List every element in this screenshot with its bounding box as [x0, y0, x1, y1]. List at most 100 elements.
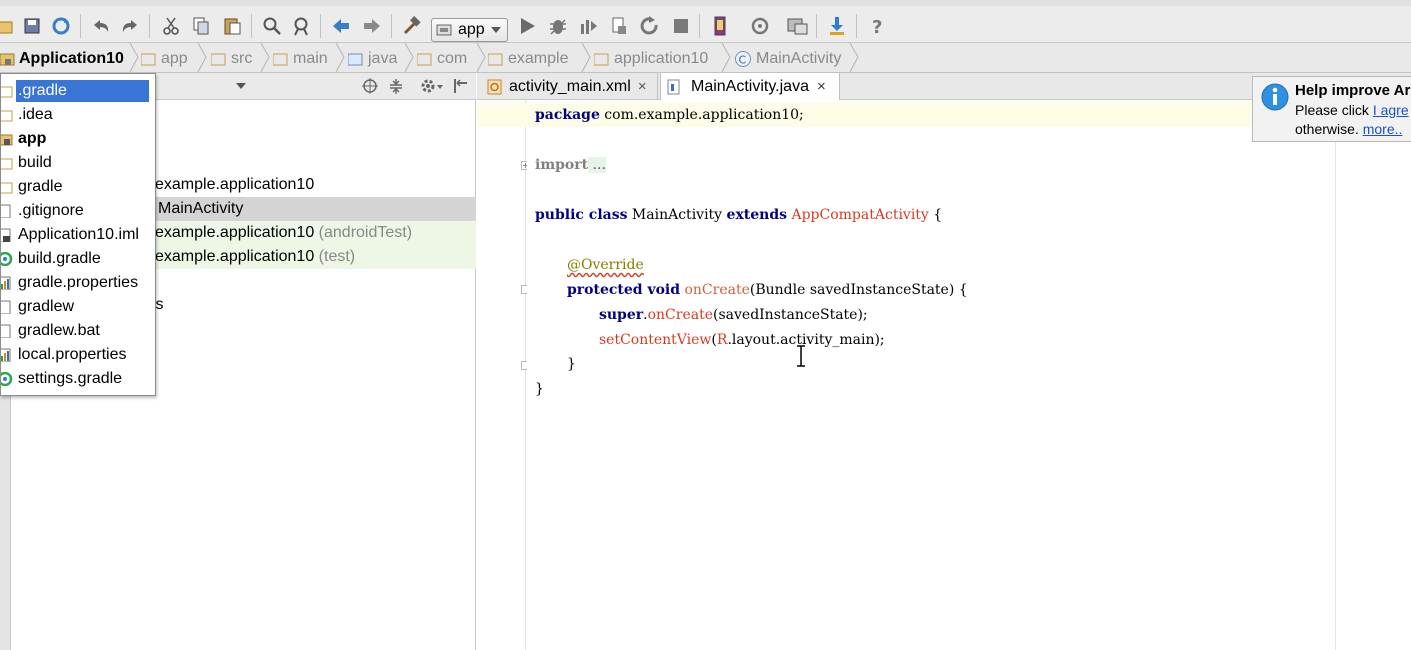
- gear-icon[interactable]: [420, 77, 444, 95]
- module-folder-icon: [141, 53, 156, 66]
- main-toolbar: app ?: [0, 0, 1411, 43]
- rerun-icon[interactable]: [639, 15, 661, 37]
- breadcrumb-label: example: [508, 50, 569, 67]
- sync-icon[interactable]: [50, 15, 72, 37]
- replace-icon[interactable]: [291, 15, 313, 37]
- breadcrumb-item-project[interactable]: Application10: [0, 49, 124, 69]
- popup-item-gradle[interactable]: gradle: [1, 175, 155, 199]
- code-line-close-method: }: [567, 356, 576, 372]
- popup-item-label: gradle: [18, 178, 63, 195]
- save-icon[interactable]: [21, 15, 43, 37]
- undo-icon[interactable]: [90, 15, 112, 37]
- sync-gradle-icon[interactable]: [749, 15, 771, 37]
- tab-activity-main-xml[interactable]: activity_main.xml ×: [483, 73, 658, 100]
- xml-file-icon: [487, 79, 502, 94]
- paste-icon[interactable]: [221, 15, 243, 37]
- folder-icon: [1, 110, 13, 122]
- debug-icon[interactable]: [547, 15, 569, 37]
- popup-item-label: settings.gradle: [18, 370, 123, 387]
- file-icon: [1, 204, 11, 218]
- notification-text: Please click: [1295, 102, 1373, 118]
- back-icon[interactable]: [330, 15, 352, 37]
- cut-icon[interactable]: [160, 15, 182, 37]
- redo-icon[interactable]: [119, 15, 141, 37]
- popup-item-idea[interactable]: .idea: [1, 103, 155, 127]
- popup-item-label: gradlew: [18, 298, 75, 315]
- tree-row-label: example.application10: [155, 176, 315, 193]
- gradle-icon: [1, 252, 13, 266]
- text-cursor-icon: [797, 345, 805, 367]
- find-icon[interactable]: [261, 15, 283, 37]
- iml-file-icon: [1, 228, 11, 242]
- breadcrumb-item-com[interactable]: com: [417, 49, 467, 69]
- popup-item-gradlew-bat[interactable]: gradlew.bat: [1, 319, 155, 343]
- popup-item-gradle-dir[interactable]: .gradle: [1, 79, 155, 103]
- stop-icon[interactable]: [670, 15, 692, 37]
- popup-item-label: local.properties: [18, 346, 127, 363]
- tab-close-icon[interactable]: ×: [638, 78, 647, 95]
- more-link[interactable]: more..: [1363, 121, 1403, 137]
- popup-item-gitignore[interactable]: .gitignore: [1, 199, 155, 223]
- popup-item-iml[interactable]: Application10.iml: [1, 223, 155, 247]
- breadcrumb-item-example[interactable]: example: [488, 49, 568, 69]
- svg-text:C: C: [739, 54, 747, 67]
- copy-icon[interactable]: [190, 15, 212, 37]
- breadcrumb-label: MainActivity: [756, 50, 842, 67]
- package-icon: [594, 53, 609, 66]
- breadcrumb-item-application10[interactable]: application10: [594, 49, 708, 69]
- popup-item-label: .gitignore: [18, 202, 84, 219]
- breadcrumb-item-main[interactable]: main: [273, 49, 328, 69]
- class-icon: C: [735, 51, 751, 67]
- code-line-super-call: super.onCreate(savedInstanceState);: [599, 307, 868, 323]
- hide-panel-icon[interactable]: [452, 77, 468, 95]
- attach-icon[interactable]: [608, 15, 630, 37]
- build-icon[interactable]: [401, 15, 423, 37]
- chevron-down-icon[interactable]: [236, 83, 246, 90]
- avd-icon[interactable]: [709, 15, 731, 37]
- breadcrumb-label: Application10: [19, 50, 124, 67]
- right-margin-guide: [1335, 100, 1336, 650]
- open-icon[interactable]: [0, 15, 16, 37]
- code-line-import: import ...: [535, 157, 606, 173]
- info-icon: [1261, 83, 1289, 111]
- collapse-all-icon[interactable]: [388, 78, 404, 94]
- breadcrumb-label: main: [293, 50, 328, 67]
- breadcrumb-item-src[interactable]: src: [211, 49, 252, 69]
- run-icon[interactable]: [516, 15, 538, 37]
- popup-item-build-gradle[interactable]: build.gradle: [1, 247, 155, 271]
- breadcrumb-item-mainactivity[interactable]: C MainActivity: [734, 49, 841, 69]
- tab-label: activity_main.xml: [509, 77, 631, 95]
- help-improve-notification[interactable]: Help improve Ar Please click I agre othe…: [1252, 76, 1411, 142]
- breadcrumb-item-java[interactable]: java: [348, 49, 397, 69]
- notification-line-2: otherwise. more..: [1295, 121, 1402, 137]
- package-icon: [488, 53, 503, 66]
- breadcrumb-label: src: [231, 50, 253, 67]
- popup-item-settings-gradle[interactable]: settings.gradle: [1, 367, 155, 391]
- code-line-annotation: @Override: [567, 257, 644, 273]
- code-line-close-class: }: [535, 381, 544, 397]
- project-folder-icon: [0, 53, 15, 66]
- agree-link[interactable]: I agre: [1373, 102, 1409, 118]
- properties-icon: [1, 348, 11, 362]
- profile-icon[interactable]: [577, 15, 599, 37]
- breadcrumb-label: app: [161, 50, 188, 67]
- code-line-set-content-view: setContentView(R.layout.activity_main);: [599, 332, 885, 348]
- popup-item-local-properties[interactable]: local.properties: [1, 343, 155, 367]
- popup-item-build[interactable]: build: [1, 151, 155, 175]
- popup-item-label: build.gradle: [18, 250, 101, 267]
- code-editor[interactable]: [527, 100, 1411, 650]
- project-structure-icon[interactable]: [787, 15, 809, 37]
- forward-icon[interactable]: [361, 15, 383, 37]
- locate-icon[interactable]: [362, 78, 378, 94]
- popup-item-app[interactable]: app: [1, 127, 155, 151]
- popup-item-gradlew[interactable]: gradlew: [1, 295, 155, 319]
- popup-item-gradle-properties[interactable]: gradle.properties: [1, 271, 155, 295]
- popup-item-label: Application10.iml: [18, 226, 139, 243]
- breadcrumb-item-app[interactable]: app: [141, 49, 188, 69]
- help-icon[interactable]: ?: [866, 15, 888, 37]
- run-configuration-dropdown[interactable]: app: [431, 18, 508, 42]
- sdk-download-icon[interactable]: [826, 15, 848, 37]
- tab-close-icon[interactable]: ×: [817, 78, 826, 95]
- notification-text: otherwise.: [1295, 121, 1363, 137]
- tab-mainactivity-java[interactable]: MainActivity.java ×: [660, 73, 840, 100]
